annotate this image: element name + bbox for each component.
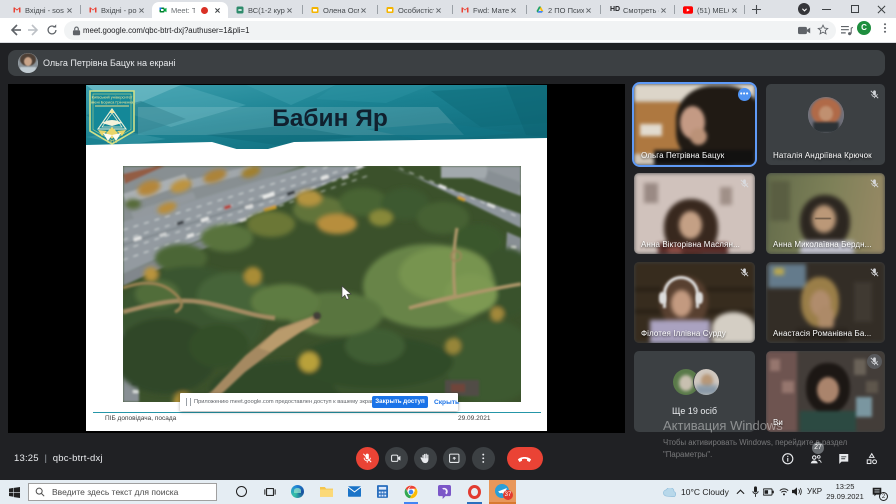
svg-text:1874: 1874: [107, 139, 118, 144]
svg-text:Бабин Яр: Бабин Яр: [272, 105, 388, 132]
svg-text:імені Бориса Грінченка: імені Бориса Грінченка: [91, 100, 134, 105]
